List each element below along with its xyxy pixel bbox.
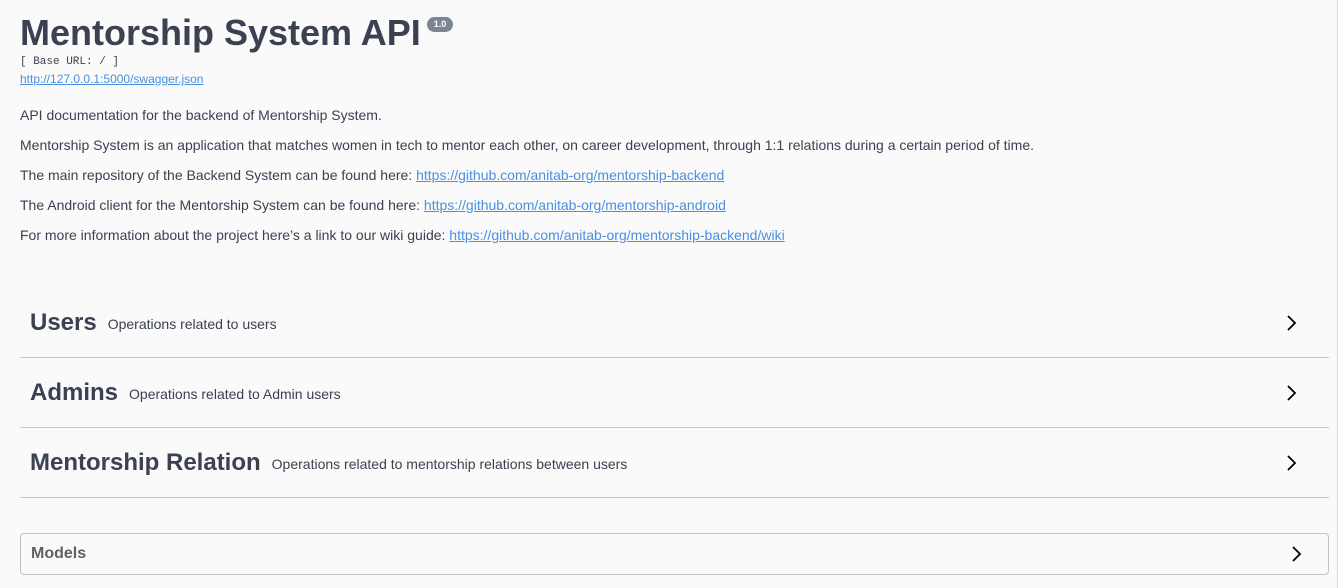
swagger-json-link[interactable]: http://127.0.0.1:5000/swagger.json: [20, 72, 203, 86]
tag-section-mentorship-relation[interactable]: Mentorship Relation Operations related t…: [20, 428, 1329, 498]
tag-section-users[interactable]: Users Operations related to users: [20, 288, 1329, 358]
api-description: API documentation for the backend of Men…: [20, 106, 1034, 256]
chevron-right-icon[interactable]: [1281, 313, 1301, 333]
page-title: Mentorship System API: [20, 12, 421, 53]
chevron-right-icon[interactable]: [1281, 383, 1301, 403]
tag-description: Operations related to Admin users: [129, 385, 341, 402]
swagger-page: Mentorship System API 1.0 [ Base URL: / …: [0, 0, 1338, 588]
tag-name: Mentorship Relation: [30, 448, 261, 476]
models-section[interactable]: Models: [20, 533, 1329, 575]
description-text: Mentorship System is an application that…: [20, 137, 1035, 153]
android-repo-link[interactable]: https://github.com/anitab-org/mentorship…: [424, 197, 726, 213]
base-url: [ Base URL: / ]: [20, 56, 120, 68]
description-line: The main repository of the Backend Syste…: [20, 166, 1034, 196]
version-badge: 1.0: [426, 17, 454, 32]
models-title: Models: [31, 545, 87, 562]
tag-description: Operations related to users: [107, 315, 277, 332]
backend-repo-link[interactable]: https://github.com/anitab-org/mentorship…: [416, 167, 724, 183]
tag-description: Operations related to mentorship relatio…: [271, 455, 628, 472]
description-line: For more information about the project h…: [20, 226, 1034, 256]
chevron-right-icon[interactable]: [1286, 544, 1306, 564]
title-row: Mentorship System API 1.0: [20, 12, 454, 54]
description-text: The Android client for the Mentorship Sy…: [20, 197, 424, 213]
tag-name: Users: [30, 308, 97, 336]
description-text: For more information about the project h…: [20, 227, 450, 243]
chevron-right-icon[interactable]: [1281, 453, 1301, 473]
description-line: Mentorship System is an application that…: [20, 136, 1034, 166]
wiki-link[interactable]: https://github.com/anitab-org/mentorship…: [449, 227, 784, 243]
description-line: The Android client for the Mentorship Sy…: [20, 196, 1034, 226]
description-text: API documentation for the backend of Men…: [20, 107, 382, 123]
tag-name: Admins: [30, 378, 119, 406]
description-line: API documentation for the backend of Men…: [20, 106, 1034, 136]
tag-section-admins[interactable]: Admins Operations related to Admin users: [20, 358, 1329, 428]
description-text: The main repository of the Backend Syste…: [20, 167, 417, 183]
